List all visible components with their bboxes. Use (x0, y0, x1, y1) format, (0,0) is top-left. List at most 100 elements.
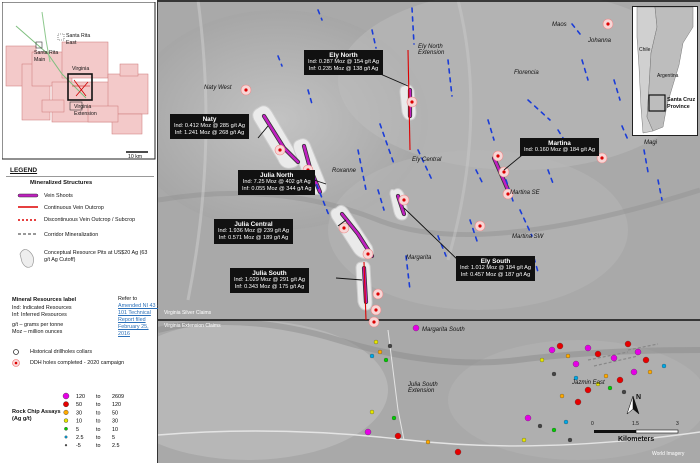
north-label: N (636, 394, 642, 401)
rock-chip-legend-text: 10 (112, 427, 118, 433)
report-link-line2[interactable]: 101 Technical (118, 310, 151, 317)
rock-chip-legend-text: 2609 (112, 394, 124, 400)
locator-label-virginia: Virginia (72, 66, 90, 72)
rock-chip-sample (369, 353, 375, 359)
rock-chip-sample (616, 376, 624, 384)
label-johanna: Johanna (588, 38, 612, 44)
scale-tick-3: 3 (676, 421, 679, 427)
deposit-ind: Ind: 1.936 Moz @ 239 g/t Ag (218, 228, 289, 234)
rock-chip-legend-text: to (96, 394, 101, 400)
rock-chip-sample (425, 439, 431, 445)
rock-chip-legend-dot (63, 418, 69, 423)
rock-chip-sample (630, 368, 638, 376)
rock-chip-sample (559, 393, 565, 399)
label-ely-central: Ely Central (412, 157, 442, 163)
rock-chip-legend-text: 10 (76, 419, 82, 425)
rock-chip-legend: 120 to 2609 50 to 120 30 to 50 10 to 30 5 to 10 2.5 to 5 -… (62, 392, 124, 449)
locator-map (2, 2, 156, 160)
ddh-2020-hole-center (366, 252, 370, 256)
rock-chip-sample (551, 427, 557, 433)
label-martina-se: Martina SE (510, 190, 540, 196)
rock-chip-sample (391, 415, 397, 421)
rock-chip-legend-dot (63, 409, 69, 415)
ddh-2020-hole-center (372, 320, 376, 324)
rock-chip-legend-text: to (96, 443, 101, 449)
inset-map: Chile Argentina Santa Cruz Province (632, 6, 698, 136)
label-roxanne: Roxanne (332, 168, 357, 174)
rock-chip-sample (454, 448, 462, 456)
main-map: Naty West Ely North Extension Florencia … (158, 0, 700, 463)
deposit-name: Ely North (329, 52, 358, 59)
rock-chip-legend-dot (64, 427, 68, 431)
inset-label-santa-cruz: Santa Cruz Province (667, 97, 696, 110)
legend-discontinuous-vein: Discontinuous Vein Outcrop / Subcrop (44, 217, 136, 223)
deposit-inf: Inf: 0.055 Moz @ 344 g/t Ag (242, 186, 312, 192)
left-panel: Santa Rita East Santa Rita Main Virginia… (0, 0, 159, 463)
deposit-box-ely-north: Ely North Ind: 0.287 Moz @ 154 g/t Ag In… (304, 50, 383, 75)
rock-chip-sample (661, 363, 667, 369)
locator-label-santa-rita-east: Santa Rita East (66, 33, 91, 46)
rock-chip-sample (377, 349, 383, 355)
report-link-line1[interactable]: Amended NI 43 - (118, 303, 159, 310)
rock-chip-sample (584, 386, 592, 394)
rock-chip-heading: Rock Chip Assays (Ag g/t) (12, 409, 61, 422)
rock-chip-sample (524, 414, 532, 422)
report-link-line4[interactable]: February 25, (118, 324, 149, 331)
deposit-inf: Inf: 0.235 Moz @ 138 g/t Ag (308, 66, 379, 72)
rock-chip-legend-text: 120 (76, 394, 85, 400)
rock-chip-legend-text: to (96, 402, 101, 408)
rock-chip-sample (567, 437, 573, 443)
report-link-line3[interactable]: Report filed (118, 317, 146, 324)
label-florencia: Florencia (514, 70, 539, 76)
label-margarita: Margarita (406, 255, 432, 261)
inset-map-graphic (633, 7, 697, 135)
deposit-name: Naty (202, 116, 217, 123)
legend-resources-line-inf: Inf: Inferred Resources (12, 312, 67, 318)
rock-chip-legend-text: 120 (112, 402, 121, 408)
rock-chip-sample (572, 360, 580, 368)
rock-chip-sample (383, 357, 389, 363)
rock-chip-sample (584, 344, 592, 352)
deposit-ind: Ind: 0.412 Moz @ 285 g/t Ag (174, 123, 245, 129)
ddh-2020-hole-center (502, 170, 506, 174)
rock-chip-legend-text: 5 (112, 435, 115, 441)
deposit-inf: Inf: 0.343 Moz @ 175 g/t Ag (234, 284, 305, 290)
legend-refer-to: Refer to (118, 296, 138, 302)
scale-tick-1-5: 1.5 (632, 421, 639, 427)
rock-chip-sample (412, 324, 420, 332)
rock-chip-sample (647, 369, 653, 375)
deposit-name: Julia South (252, 270, 287, 277)
label-jazmin-east: Jazmin East (572, 380, 605, 386)
rock-chip-legend-text: 30 (76, 410, 82, 416)
deposit-inf: Inf: 0.571 Moz @ 189 g/t Ag (218, 235, 289, 241)
report-link-line5[interactable]: 2016 (118, 331, 130, 338)
rock-chip-sample (521, 437, 527, 443)
rock-chip-sample (565, 353, 571, 359)
label-julia-south-extension: Julia South Extension (408, 382, 438, 394)
ddh-2020-hole-center (374, 308, 378, 312)
rock-chip-legend-text: to (96, 435, 101, 441)
legend-pits: Conceptual Resource Pits at US$20 Ag (63… (44, 250, 148, 263)
map-figure: Santa Rita East Santa Rita Main Virginia… (0, 0, 700, 463)
rock-chip-sample (551, 371, 557, 377)
rock-chip-sample (610, 354, 618, 362)
rock-chip-legend-text: 50 (112, 410, 118, 416)
rock-chip-legend-text: to (96, 427, 101, 433)
deposit-box-ely-south: Ely South Ind: 1.012 Moz @ 184 g/t Ag In… (456, 256, 535, 281)
label-naty-west: Naty West (204, 85, 232, 91)
deposit-box-julia-central: Julia Central Ind: 1.936 Moz @ 239 g/t A… (214, 219, 293, 244)
legend-vein-shoots: Vein Shoots (44, 193, 73, 199)
rock-chip-legend-text: 30 (112, 419, 118, 425)
legend-continuous-vein: Continuous Vein Outcrop (44, 205, 104, 211)
rock-chip-sample (539, 357, 545, 363)
legend-structures-heading: Mineralized Structures (30, 180, 93, 186)
rock-chip-legend-text: 2.5 (112, 443, 120, 449)
deposit-ind: Ind: 0.287 Moz @ 154 g/t Ag (308, 59, 379, 65)
deposit-box-naty: Naty Ind: 0.412 Moz @ 285 g/t Ag Inf: 1.… (170, 114, 249, 139)
deposit-inf: Inf: 1.241 Moz @ 268 g/t Ag (174, 130, 245, 136)
rock-chip-legend-dot (64, 435, 68, 439)
imagery-credit: World Imagery (652, 451, 685, 457)
scale-tick-0: 0 (591, 421, 594, 427)
rock-chip-legend-dot (62, 392, 70, 400)
legend-ddh-2020: DDH holes completed - 2020 campaign (30, 360, 125, 366)
